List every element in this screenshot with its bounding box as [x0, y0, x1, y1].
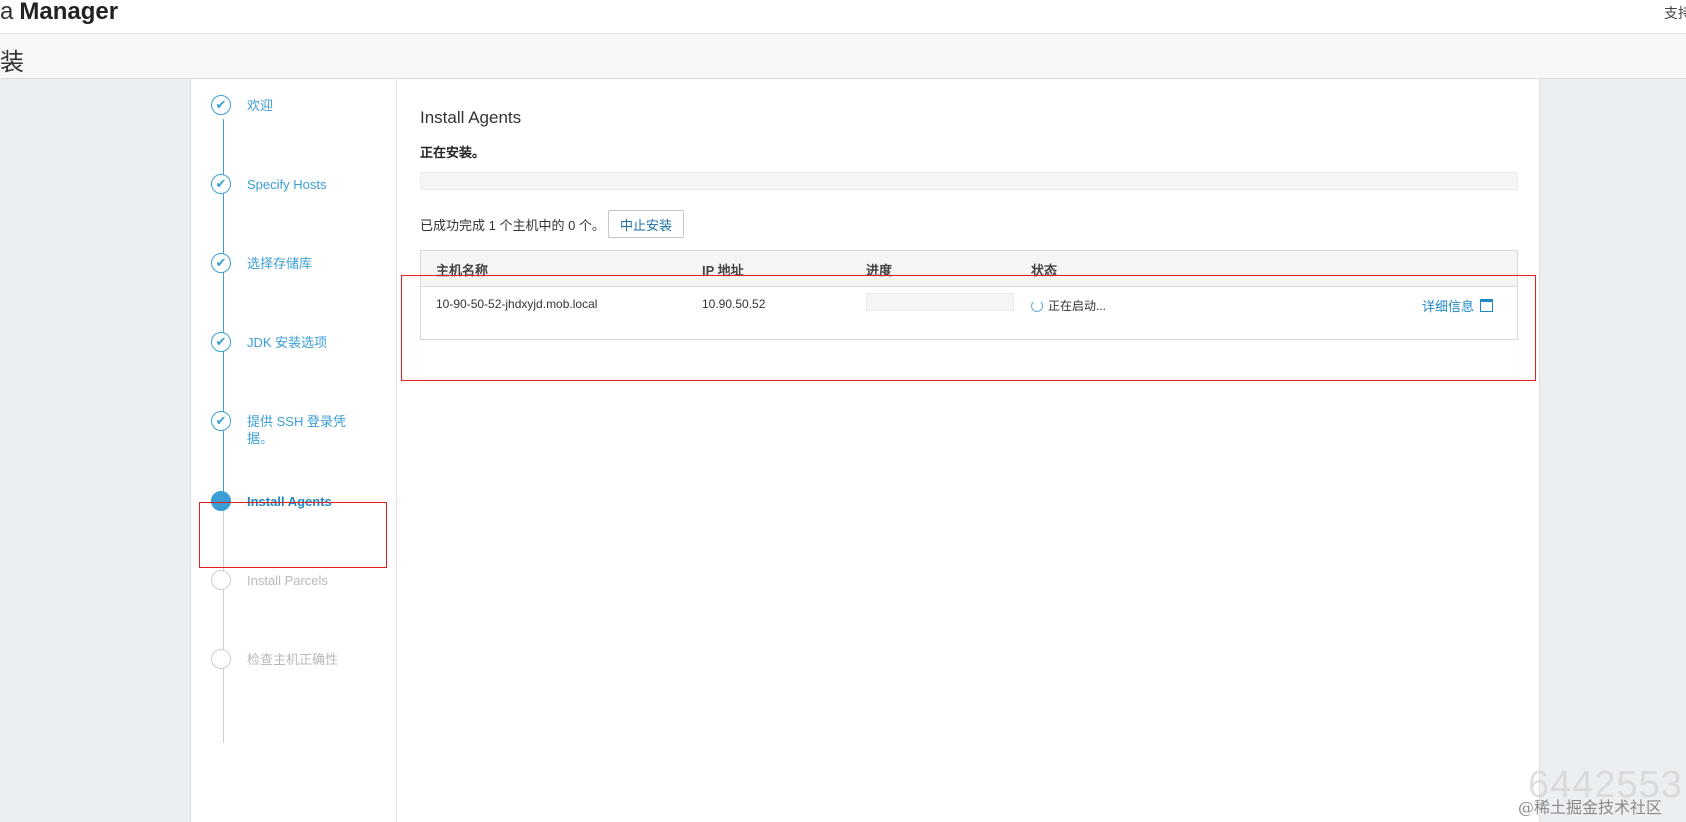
step-host-inspection: 检查主机正确性: [211, 649, 401, 709]
step-jdk-options[interactable]: ✔ JDK 安装选项: [211, 332, 401, 392]
step-install-agents[interactable]: Install Agents: [211, 491, 401, 551]
table-header: 主机名称 IP 地址 进度 状态: [421, 251, 1517, 287]
checkmark-icon: ✔: [211, 95, 231, 115]
step-label: Install Agents: [247, 494, 332, 509]
step-label: 选择存储库: [247, 256, 313, 271]
checkmark-icon: ✔: [211, 174, 231, 194]
brand-name: Manager: [19, 0, 119, 25]
step-label: 检查主机正确性: [247, 652, 339, 667]
row-hostname: 10-90-50-52-jhdxyjd.mob.local: [436, 297, 598, 311]
abort-install-button[interactable]: 中止安装: [608, 210, 685, 238]
watermark-text: @稀土掘金技术社区: [1518, 798, 1663, 817]
checkmark-icon: ✔: [211, 253, 231, 273]
spinner-icon: [1031, 300, 1043, 312]
window-icon: [1480, 299, 1494, 312]
checkmark-icon: ✔: [211, 332, 231, 352]
checkmark-icon: ✔: [211, 411, 231, 431]
brand-prefix: a: [0, 0, 14, 25]
step-welcome[interactable]: ✔ 欢迎: [211, 95, 401, 155]
brand-logo[interactable]: a Manager: [0, 0, 118, 26]
row-status: 正在启动...: [1031, 297, 1106, 314]
column-header-status[interactable]: 状态: [1031, 260, 1057, 279]
overall-progress-bar: [420, 172, 1518, 190]
step-label: 欢迎: [247, 98, 274, 113]
empty-circle-icon: [211, 570, 231, 590]
wizard-steps-sidebar: ✔ 欢迎 ✔ Specify Hosts ✔ 选择存储库 ✔ JDK 安装选项 …: [191, 79, 397, 822]
empty-circle-icon: [211, 649, 231, 669]
column-header-hostname[interactable]: 主机名称: [436, 260, 488, 279]
step-label: JDK 安装选项: [247, 335, 328, 350]
wizard-panel: ✔ 欢迎 ✔ Specify Hosts ✔ 选择存储库 ✔ JDK 安装选项 …: [190, 79, 1540, 822]
step-specify-hosts[interactable]: ✔ Specify Hosts: [211, 174, 401, 234]
column-header-ip[interactable]: IP 地址: [702, 260, 744, 279]
step-select-repository[interactable]: ✔ 选择存储库: [211, 253, 401, 313]
support-menu[interactable]: 支持: [1664, 3, 1686, 23]
row-progress-bar: [866, 293, 1014, 311]
step-install-parcels: Install Parcels: [211, 570, 401, 630]
hosts-table: 主机名称 IP 地址 进度 状态 10-90-50-52-jhdxyjd.mob…: [420, 250, 1518, 340]
completion-summary: 已成功完成 1 个主机中的 0 个。: [420, 218, 605, 233]
row-status-text: 正在启动...: [1048, 299, 1107, 313]
step-label: 提供 SSH 登录凭据。: [247, 414, 346, 446]
row-ip: 10.90.50.52: [702, 297, 766, 311]
step-ssh-credentials[interactable]: ✔ 提供 SSH 登录凭据。: [211, 411, 401, 471]
install-status-text: 正在安装。: [420, 145, 486, 160]
filled-circle-icon: [211, 491, 231, 511]
step-label: Specify Hosts: [247, 177, 327, 192]
column-header-progress[interactable]: 进度: [866, 260, 892, 279]
top-bar: a Manager 支持: [0, 0, 1686, 34]
section-title: Install Agents: [420, 108, 522, 127]
details-label: 详细信息: [1422, 299, 1475, 314]
main-content: Install Agents 正在安装。 已成功完成 1 个主机中的 0 个。 …: [420, 79, 1520, 822]
step-label: Install Parcels: [247, 573, 328, 588]
page-header: 装: [0, 34, 1686, 79]
page-title: 装: [0, 49, 24, 76]
details-link[interactable]: 详细信息: [1422, 296, 1494, 315]
